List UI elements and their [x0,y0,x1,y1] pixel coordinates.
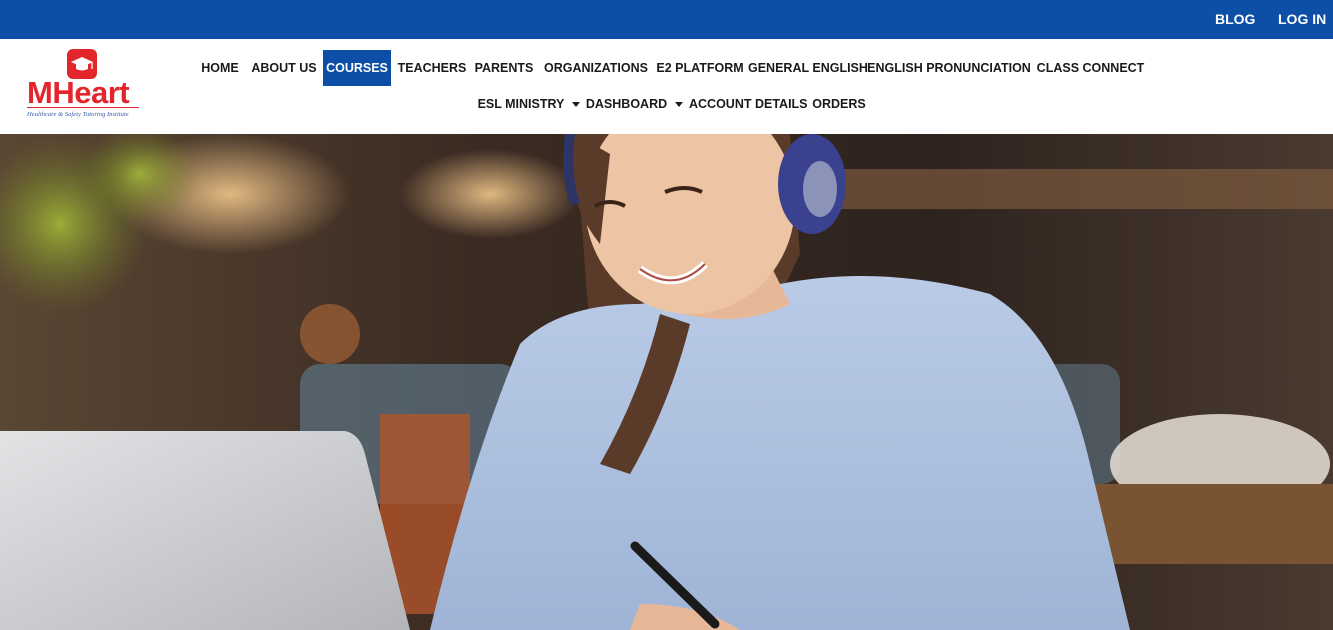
nav-account-details[interactable]: ACCOUNT DETAILS [689,86,808,122]
chevron-down-icon [572,102,581,108]
top-bar: BLOG LOG IN [0,0,1333,39]
nav-esl-ministry[interactable]: ESL MINISTRY [477,86,581,122]
site-header: MHeart Healthcare & Safety Tutoring Inst… [0,39,1333,134]
hero-photo [0,134,1333,630]
logo-divider [27,107,139,108]
nav-dashboard[interactable]: DASHBOARD [584,86,685,122]
nav-orders[interactable]: ORDERS [810,86,868,122]
nav-e2-platform[interactable]: E2 PLATFORM [656,50,744,86]
nav-class-connect[interactable]: CLASS CONNECT [1035,50,1146,86]
hero-image [0,134,1333,630]
logo-brand-text: MHeart [27,75,130,110]
nav-about-us[interactable]: ABOUT US [250,50,318,86]
nav-home[interactable]: HOME [195,50,245,86]
nav-english-pronunciation[interactable]: ENGLISH PRONUNCIATION [867,50,1031,86]
nav-teachers[interactable]: TEACHERS [396,50,468,86]
login-link[interactable]: LOG IN [1278,11,1326,27]
logo[interactable]: MHeart Healthcare & Safety Tutoring Inst… [24,47,144,127]
nav-courses[interactable]: COURSES [323,50,391,86]
blog-link[interactable]: BLOG [1215,11,1255,27]
nav-general-english[interactable]: GENERAL ENGLISH [748,50,868,86]
nav-esl-ministry-label: ESL MINISTRY [477,97,565,111]
nav-dashboard-label: DASHBOARD [585,97,668,111]
logo-tagline: Healthcare & Safety Tutoring Institute [27,111,129,118]
nav-organizations[interactable]: ORGANIZATIONS [541,50,651,86]
nav-parents[interactable]: PARENTS [472,50,536,86]
chevron-down-icon [675,102,684,108]
